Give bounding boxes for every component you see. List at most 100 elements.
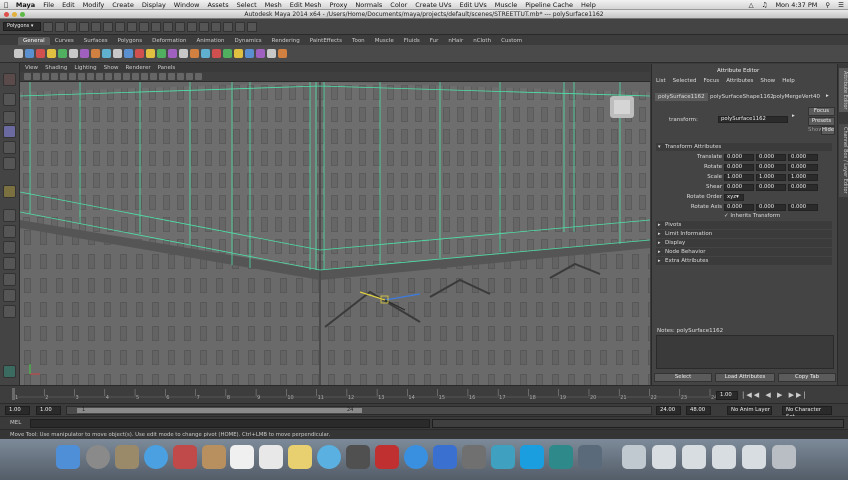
xray-icon[interactable]	[177, 73, 184, 80]
app-menu[interactable]: Maya	[12, 1, 39, 9]
ae-hide-button[interactable]: Hide	[821, 126, 835, 135]
mask-joints-icon[interactable]	[127, 21, 137, 32]
shelf-bevel-icon[interactable]	[124, 49, 133, 58]
shelf-curve-icon[interactable]	[80, 49, 89, 58]
viewport-menu-lighting[interactable]: Lighting	[74, 64, 96, 72]
shelf-tab-dynamics[interactable]: Dynamics	[230, 37, 267, 45]
shelf-separate-icon[interactable]	[157, 49, 166, 58]
pivots-section[interactable]: Pivots	[656, 221, 832, 229]
ae-menu-list[interactable]: List	[656, 78, 666, 84]
mask-surfaces-icon[interactable]	[151, 21, 161, 32]
menu-file[interactable]: File	[39, 1, 58, 9]
shelf-tab-ncloth[interactable]: nCloth	[468, 37, 496, 45]
anim-start-field[interactable]: 1.00	[5, 406, 30, 415]
playback-start-field[interactable]: 1.00	[36, 406, 61, 415]
rotate-order-dropdown[interactable]: xyz▾	[724, 194, 744, 201]
trash-icon[interactable]	[772, 445, 796, 469]
shelf-render-icon[interactable]	[256, 49, 265, 58]
shelf-merge-icon[interactable]	[135, 49, 144, 58]
shelf-delete-history-icon[interactable]	[212, 49, 221, 58]
zoom-window-button[interactable]	[20, 12, 25, 17]
scale-x-field[interactable]: 1.000	[724, 174, 754, 181]
mask-handles-icon[interactable]	[115, 21, 125, 32]
notification-list-icon[interactable]: ☰	[834, 1, 848, 9]
perspective-viewport[interactable]	[20, 82, 650, 385]
menu-modify[interactable]: Modify	[79, 1, 109, 9]
shelf-tab-muscle[interactable]: Muscle	[370, 37, 399, 45]
viewport-menu-panels[interactable]: Panels	[158, 64, 176, 72]
shelf-outliner-icon[interactable]	[278, 49, 287, 58]
scale-tool-icon[interactable]	[3, 157, 16, 170]
settings-icon[interactable]	[462, 445, 486, 469]
save-scene-icon[interactable]	[67, 21, 77, 32]
shelf-torus-icon[interactable]	[69, 49, 78, 58]
shelf-camera-icon[interactable]	[102, 49, 111, 58]
menu-window[interactable]: Window	[170, 1, 204, 9]
shelf-extrude-icon[interactable]	[113, 49, 122, 58]
downloads-stack-icon[interactable]	[622, 445, 646, 469]
menu-edit-mesh[interactable]: Edit Mesh	[286, 1, 326, 9]
image-plane-icon[interactable]	[51, 73, 58, 80]
viewport-menu-view[interactable]: View	[25, 64, 38, 72]
viewport-menu-shading[interactable]: Shading	[45, 64, 67, 72]
render-current-icon[interactable]	[223, 21, 233, 32]
move-tool-icon[interactable]	[3, 125, 16, 138]
shelf-tab-fluids[interactable]: Fluids	[399, 37, 425, 45]
skype-icon[interactable]	[520, 445, 544, 469]
messages-icon[interactable]	[317, 445, 341, 469]
uv-editor-layout-icon[interactable]	[3, 305, 16, 318]
render-view-icon[interactable]	[3, 365, 16, 378]
photobooth-icon[interactable]	[375, 445, 399, 469]
range-bar[interactable]: 1 24	[66, 406, 652, 415]
menu-mesh[interactable]: Mesh	[261, 1, 286, 9]
hypershade-layout-icon[interactable]	[3, 273, 16, 286]
inherits-transform-checkbox[interactable]: ✓ Inherits Transform	[724, 213, 780, 219]
facetime-icon[interactable]	[346, 445, 370, 469]
outliner-layout-icon[interactable]	[3, 289, 16, 302]
menu-display[interactable]: Display	[138, 1, 170, 9]
scale-z-field[interactable]: 1.000	[788, 174, 818, 181]
calendar-icon[interactable]	[230, 445, 254, 469]
view-cube[interactable]	[610, 96, 634, 118]
side-tab-attribute-editor[interactable]: Attribute Editor	[839, 68, 848, 113]
ae-menu-focus[interactable]: Focus	[703, 78, 719, 84]
playback-end-field[interactable]: 24.00	[656, 406, 681, 415]
shelf-cone-icon[interactable]	[47, 49, 56, 58]
ae-presets-button[interactable]: Presets	[808, 117, 835, 126]
shelf-tab-deformation[interactable]: Deformation	[147, 37, 191, 45]
isolate-select-icon[interactable]	[195, 73, 202, 80]
wireframe-icon[interactable]	[123, 73, 130, 80]
menu-normals[interactable]: Normals	[351, 1, 386, 9]
shelf-combine-icon[interactable]	[146, 49, 155, 58]
shelf-tab-general[interactable]: General	[18, 37, 50, 45]
shelf-light-icon[interactable]	[91, 49, 100, 58]
shelf-sphere-icon[interactable]	[14, 49, 23, 58]
rotate-z-field[interactable]: 0.000	[788, 164, 818, 171]
safe-title-icon[interactable]	[114, 73, 121, 80]
transform-attributes-section[interactable]: Transform Attributes	[656, 143, 832, 151]
translate-y-field[interactable]: 0.000	[756, 154, 786, 161]
rotate-axis-y-field[interactable]: 0.000	[756, 204, 786, 211]
stack-icon-1[interactable]	[652, 445, 676, 469]
ae-node-name-field[interactable]: polySurface1162	[718, 116, 788, 123]
rotate-tool-icon[interactable]	[3, 141, 16, 154]
rotate-x-field[interactable]: 0.000	[724, 164, 754, 171]
ae-tab-shape[interactable]: polySurfaceShape1162	[707, 93, 777, 101]
ae-menu-help[interactable]: Help	[782, 78, 795, 84]
scale-y-field[interactable]: 1.000	[756, 174, 786, 181]
new-scene-icon[interactable]	[43, 21, 53, 32]
minimize-window-button[interactable]	[12, 12, 17, 17]
shelf-tab-animation[interactable]: Animation	[191, 37, 229, 45]
ae-load-attributes-button[interactable]: Load Attributes	[715, 373, 775, 382]
node-behavior-section[interactable]: Node Behavior	[656, 248, 832, 256]
range-handle[interactable]	[77, 408, 362, 413]
mask-deformers-icon[interactable]	[163, 21, 173, 32]
utility-icon[interactable]	[491, 445, 515, 469]
anim-end-field[interactable]: 48.00	[686, 406, 711, 415]
shelf-group-icon[interactable]	[201, 49, 210, 58]
shelf-tab-custom[interactable]: Custom	[496, 37, 527, 45]
rotate-axis-z-field[interactable]: 0.000	[788, 204, 818, 211]
shelf-tab-curves[interactable]: Curves	[50, 37, 79, 45]
translate-z-field[interactable]: 0.000	[788, 154, 818, 161]
side-tab-channel-box[interactable]: Channel Box / Layer Editor	[839, 124, 848, 197]
